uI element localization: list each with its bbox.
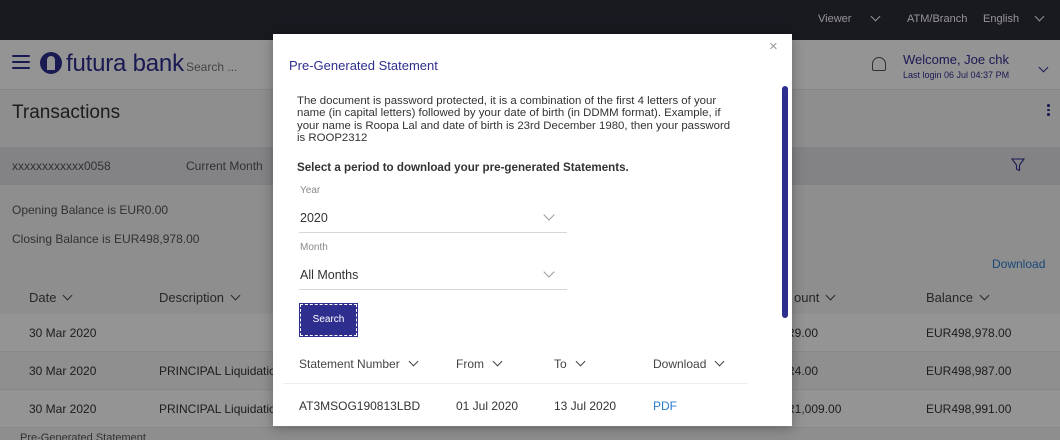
statement-row: AT3MSOG190813LBD 01 Jul 2020 13 Jul 2020… — [283, 383, 748, 426]
year-label: Year — [300, 185, 321, 196]
search-button[interactable]: Search — [299, 303, 358, 337]
sort-chevron-icon — [575, 356, 586, 367]
month-select[interactable]: All Months — [299, 264, 567, 290]
chevron-down-icon — [543, 209, 555, 221]
statement-number: AT3MSOG190813LBD — [299, 399, 421, 413]
pdf-download-link[interactable]: PDF — [653, 399, 677, 413]
close-icon[interactable]: × — [769, 38, 778, 55]
statement-to: 13 Jul 2020 — [554, 399, 617, 413]
statement-from: 01 Jul 2020 — [456, 399, 519, 413]
chevron-down-icon — [543, 266, 555, 278]
pregenerated-statement-modal: × Pre-Generated Statement The document i… — [273, 34, 792, 426]
sort-chevron-icon — [714, 356, 725, 367]
modal-scrollbar[interactable] — [782, 86, 788, 318]
password-info-text: The document is password protected, it i… — [297, 95, 731, 144]
month-label: Month — [300, 242, 328, 253]
year-value: 2020 — [300, 211, 328, 225]
sort-chevron-icon — [408, 356, 419, 367]
column-header-from[interactable]: From — [456, 356, 503, 371]
month-value: All Months — [300, 268, 359, 282]
column-header-download[interactable]: Download — [653, 356, 725, 371]
modal-title: Pre-Generated Statement — [289, 58, 438, 73]
year-select[interactable]: 2020 — [299, 207, 567, 233]
column-header-statement-number[interactable]: Statement Number — [299, 356, 419, 371]
sort-chevron-icon — [492, 356, 503, 367]
column-header-to[interactable]: To — [554, 356, 586, 371]
period-instruction: Select a period to download your pre-gen… — [297, 161, 629, 174]
